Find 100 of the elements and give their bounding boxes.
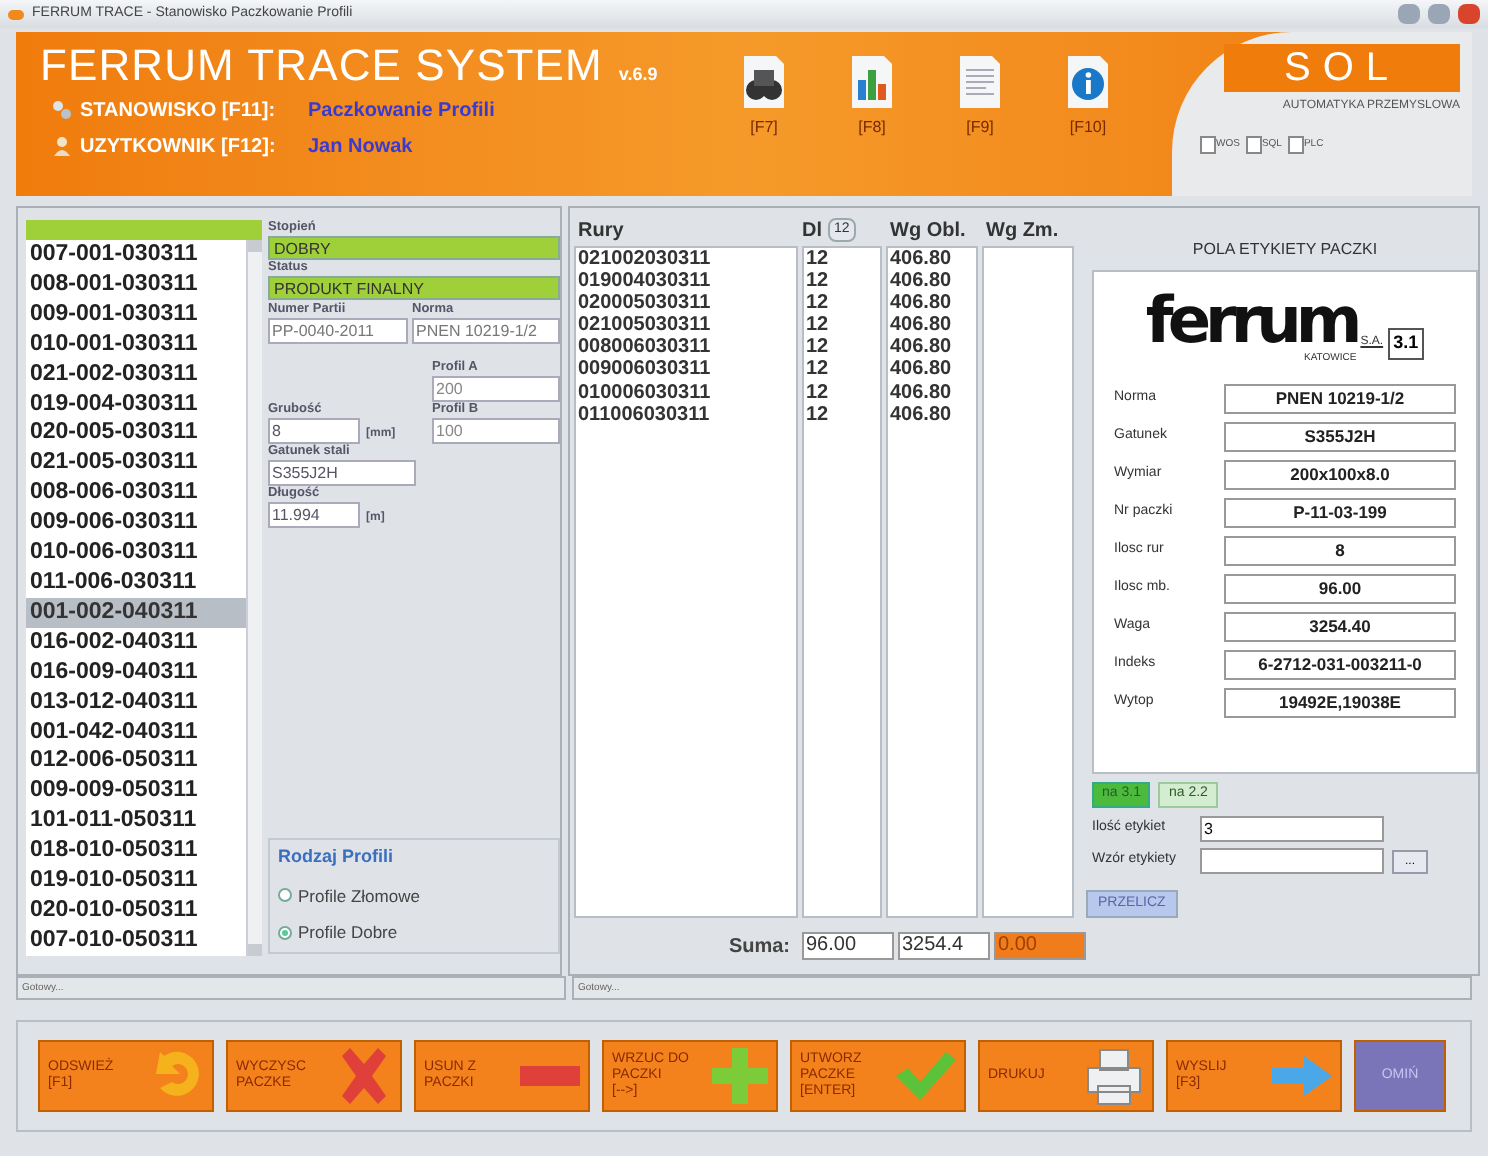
list-item[interactable]: 021-002-030311 — [26, 359, 246, 390]
list-item[interactable]: 009-009-050311 — [26, 776, 246, 807]
input-field[interactable]: 200 — [432, 376, 560, 402]
list-item[interactable]: 101-011-050311 — [26, 806, 246, 837]
table-cell-text: 021002030311 — [578, 248, 713, 271]
column-header: Rury — [576, 217, 626, 245]
group-title: Rodzaj Profili — [278, 844, 396, 870]
table-cell-text: 406.80 — [890, 314, 954, 337]
document-icon — [956, 52, 1004, 108]
sum-field: 96.00 — [802, 932, 894, 960]
column-header: Wg Obl. — [890, 217, 968, 245]
list-item[interactable]: 019-004-030311 — [26, 389, 246, 419]
toolbar-button[interactable]: [F9] — [952, 52, 1008, 196]
table-cell-text: 019004030311 — [578, 270, 713, 293]
binoculars-icon — [740, 52, 788, 108]
field-label: STANOWISKO [F11]: — [80, 97, 278, 125]
list-item[interactable]: 009-001-030311 — [26, 299, 246, 330]
list-item[interactable]: 013-012-040311 — [26, 687, 246, 717]
label-field: PNEN 10219-1/2 — [1224, 383, 1456, 413]
column-header: Wg Zm. — [986, 217, 1061, 245]
label-field: 6-2712-031-003211-0 — [1224, 649, 1456, 679]
logo: SOL — [1224, 44, 1460, 92]
input-field[interactable]: 11.994 — [268, 502, 360, 528]
label-field: 3254.40 — [1224, 611, 1456, 641]
list-item[interactable]: 007-001-030311 — [26, 240, 246, 270]
table-cell-text: 009006030311 — [578, 358, 713, 382]
table-cell-text: 406.80 — [890, 403, 954, 426]
list-item[interactable]: 020-005-030311 — [26, 418, 246, 449]
list-item[interactable]: 007-010-050311 — [26, 925, 246, 956]
input-field[interactable]: PNEN 10219-1/2 — [412, 318, 560, 344]
bar-chart-icon — [848, 52, 896, 108]
field-value: Paczkowanie Profili — [308, 97, 495, 125]
table-cell-text: 021005030311 — [578, 314, 713, 337]
gears-icon — [52, 100, 72, 120]
list-item[interactable]: 012-006-050311 — [26, 746, 246, 777]
radio-button[interactable]: Profile Dobre — [278, 920, 558, 946]
printer-icon — [1084, 1046, 1144, 1106]
table-cell-text: 12 — [806, 403, 831, 426]
label-field: S355J2H — [1224, 421, 1456, 451]
input-field[interactable]: S355J2H — [268, 460, 416, 486]
input-field[interactable]: 8 — [268, 418, 360, 444]
table-cell-text: 020005030311 — [578, 292, 713, 315]
label-field: 96.00 — [1224, 573, 1456, 603]
list-item[interactable]: 016-002-040311 — [26, 627, 246, 658]
info-icon — [1064, 52, 1112, 108]
radio-button[interactable]: Profile Złomowe — [278, 883, 558, 909]
toolbar-button[interactable]: [F10] — [1060, 52, 1116, 196]
list-item[interactable]: 010-001-030311 — [26, 329, 246, 360]
table-cell-text: 12 — [806, 248, 831, 271]
grade-field: DOBRY — [268, 236, 560, 260]
table-cell-text: 011006030311 — [578, 403, 712, 426]
status-field: PRODUKT FINALNY — [268, 276, 560, 300]
toolbar-button[interactable]: [F7] — [736, 52, 792, 196]
input-field[interactable]: PP-0040-2011 — [268, 318, 408, 344]
list-item[interactable]: 020-010-050311 — [26, 895, 246, 926]
list-item[interactable]: 001-002-040311 — [26, 597, 246, 628]
version-label: v.6.9 — [618, 62, 658, 88]
list-item[interactable]: 010-006-030311 — [26, 538, 246, 568]
minus-icon — [520, 1066, 580, 1086]
list-item[interactable]: 008-001-030311 — [26, 269, 246, 300]
app-icon — [8, 9, 24, 19]
column-header: Dl — [802, 217, 822, 245]
table-cell-text: 12 — [806, 358, 831, 382]
toolbar-button[interactable]: [F8] — [844, 52, 900, 196]
list-item[interactable]: 009-006-030311 — [26, 508, 246, 539]
label-field: 200x100x8.0 — [1224, 459, 1456, 489]
table-cell-text: 406.80 — [890, 248, 954, 271]
table-cell-text: 406.80 — [890, 381, 954, 404]
list-item[interactable]: 021-005-030311 — [26, 448, 246, 479]
list-item[interactable]: 008-006-030311 — [26, 478, 246, 509]
scrollbar[interactable] — [246, 240, 262, 956]
app-title: FERRUM TRACE SYSTEM — [40, 44, 603, 88]
brand-logo: ferrum — [1145, 288, 1357, 352]
close-button[interactable] — [1458, 4, 1480, 24]
list-item[interactable]: 019-010-050311 — [26, 866, 246, 896]
list-item[interactable]: 018-010-050311 — [26, 836, 246, 867]
minimize-button[interactable] — [1398, 4, 1420, 24]
list-item[interactable]: 016-009-040311 — [26, 657, 246, 688]
input-field[interactable] — [1200, 848, 1384, 874]
table-cell-text: 406.80 — [890, 358, 954, 382]
arrow-icon — [1272, 1056, 1332, 1096]
maximize-button[interactable] — [1428, 4, 1450, 24]
field-label: UZYTKOWNIK [F12]: — [80, 133, 278, 161]
sum-field: 3254.4 — [898, 932, 990, 960]
list-item[interactable]: 011-006-030311 — [26, 567, 246, 598]
input-field[interactable]: 3 — [1200, 816, 1384, 842]
sum-label: Suma: — [728, 933, 790, 961]
plus-icon — [712, 1048, 768, 1104]
input-field[interactable]: 100 — [432, 418, 560, 444]
cross-icon — [336, 1046, 392, 1106]
list-item[interactable]: 001-042-040311 — [26, 717, 246, 747]
table-cell-text: 12 — [806, 314, 831, 337]
certificate-field: 3.1 — [1387, 328, 1425, 359]
table-cell-text: 010006030311 — [578, 381, 713, 404]
label-field: 19492E,19038E — [1224, 687, 1456, 717]
table-cell-text: 12 — [806, 381, 831, 404]
user-icon — [52, 136, 72, 156]
table-cell-text: 406.80 — [890, 292, 954, 315]
check-mark-icon — [896, 1052, 956, 1100]
table-cell-text: 406.80 — [890, 270, 954, 293]
